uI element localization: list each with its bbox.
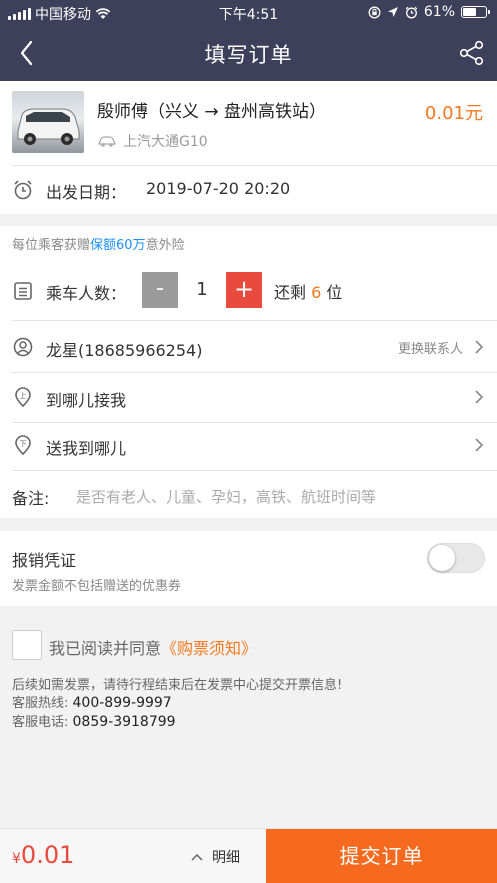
insurance-prefix: 每位乘客获赠: [12, 238, 91, 253]
detail-label: 明细: [212, 850, 240, 866]
contact-icon: [13, 337, 33, 357]
nav-bar: 填写订单: [0, 26, 497, 81]
chevron-right-icon[interactable]: [473, 339, 485, 355]
pickup-pin-icon: 上: [15, 387, 31, 408]
location-arrow-icon: [387, 7, 398, 17]
decrease-passengers-button[interactable]: -: [142, 272, 178, 308]
submit-order-button[interactable]: 提交订单: [266, 829, 497, 883]
share-icon[interactable]: [459, 40, 485, 66]
passenger-count-label: 乘车人数：: [46, 284, 127, 303]
agreement-text: 我已阅读并同意《购票须知》: [49, 635, 257, 659]
insurance-highlight: 保额60万: [90, 238, 146, 253]
alarm-icon: [405, 6, 418, 18]
hotline: 客服热线: 400-899-9997: [12, 692, 172, 711]
remain-suffix: 位: [326, 283, 343, 302]
passenger-count: 1: [178, 272, 226, 308]
chevron-right-icon[interactable]: [473, 437, 485, 453]
status-right: 61%: [368, 4, 490, 20]
hotline-number[interactable]: 400-899-9997: [73, 695, 172, 711]
invoice-subtitle: 发票金额不包括赠送的优惠券: [12, 579, 182, 594]
bottom-bar: ¥0.01 明细 提交订单: [0, 828, 497, 883]
total-price: ¥0.01: [12, 841, 74, 869]
invoice-notice: 后续如需发票，请待行程结束后在发票中心提交开票信息!: [12, 678, 343, 693]
divider: [12, 165, 497, 166]
car-model-name: 上汽大通G10: [123, 134, 208, 150]
hotline-label: 客服热线:: [12, 696, 73, 711]
remain-prefix: 还剩: [274, 283, 307, 302]
svg-text:上: 上: [20, 391, 27, 400]
service-phone: 客服电话: 0859-3918799: [12, 711, 176, 730]
contact-name: 龙星(18685966254): [46, 341, 203, 360]
phone-label: 客服电话:: [12, 715, 73, 730]
change-contact-link[interactable]: 更换联系人: [398, 338, 463, 357]
insurance-suffix: 意外险: [145, 238, 185, 253]
divider: [12, 372, 497, 373]
battery-percent: 61%: [423, 4, 455, 20]
trip-price: 0.01元: [424, 103, 483, 124]
remark-label: 备注:: [12, 489, 50, 508]
passenger-list-icon: [14, 282, 32, 300]
remain-number: 6: [311, 283, 322, 302]
departure-label: 出发日期：: [46, 183, 127, 202]
pickup-label[interactable]: 到哪儿接我: [46, 387, 126, 411]
invoice-toggle[interactable]: [427, 543, 485, 573]
car-image: [12, 91, 84, 153]
remaining-seats: 还剩 6 位: [274, 279, 342, 303]
chevron-up-icon: [191, 853, 203, 861]
passenger-card: 每位乘客获赠保额60万意外险 乘车人数： 龙星(18685966254) 更换联…: [0, 226, 497, 518]
dropoff-label[interactable]: 送我到哪儿: [46, 435, 126, 459]
phone-number[interactable]: 0859-3918799: [73, 714, 176, 730]
battery-icon: [461, 6, 490, 18]
trip-route: 殷师傅（兴义 → 盘州高铁站）: [97, 102, 327, 122]
divider: [12, 422, 497, 423]
currency-symbol: ¥: [12, 851, 21, 867]
lock-rotation-icon: [368, 6, 381, 18]
toggle-knob: [429, 545, 455, 571]
agree-checkbox[interactable]: [12, 630, 42, 660]
alarm-clock-icon: [14, 180, 32, 200]
car-brand-icon: [98, 136, 116, 147]
battery-fill: [463, 8, 477, 16]
divider: [12, 320, 497, 321]
increase-passengers-button[interactable]: +: [226, 272, 262, 308]
remark-input[interactable]: 是否有老人、儿童、孕妇，高铁、航班时间等: [76, 486, 376, 507]
status-bar: 中国移动 下午4:51 61%: [0, 0, 497, 26]
departure-value: 2019-07-20 20:20: [146, 179, 291, 198]
ticket-notice-link[interactable]: 《购票须知》: [161, 639, 257, 658]
dropoff-pin-icon: 下: [15, 435, 31, 456]
agree-label: 我已阅读并同意: [49, 639, 162, 658]
total-amount: 0.01: [20, 841, 75, 869]
car-model: 上汽大通G10: [97, 131, 208, 151]
insurance-note: 每位乘客获赠保额60万意外险: [12, 234, 185, 253]
divider: [12, 470, 497, 471]
svg-text:下: 下: [20, 440, 27, 448]
invoice-card: 报销凭证 发票金额不包括赠送的优惠券: [0, 531, 497, 606]
trip-card: 殷师傅（兴义 → 盘州高铁站） 上汽大通G10 0.01元 出发日期： 2019…: [0, 81, 497, 214]
page-title: 填写订单: [204, 43, 293, 67]
invoice-title: 报销凭证: [12, 551, 77, 570]
chevron-right-icon[interactable]: [473, 389, 485, 405]
detail-button[interactable]: 明细: [190, 847, 240, 867]
